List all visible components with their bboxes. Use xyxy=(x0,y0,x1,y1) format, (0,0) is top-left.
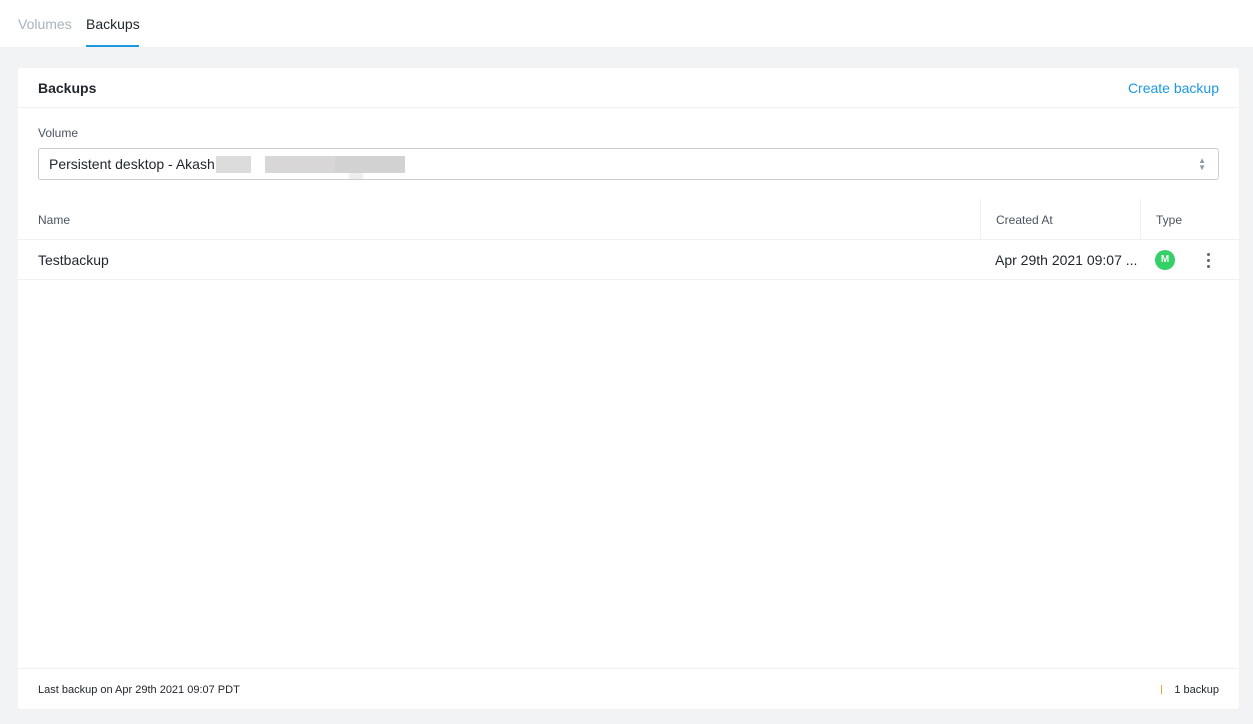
type-badge: M xyxy=(1155,250,1175,270)
panel-header: Backups Create backup xyxy=(18,68,1239,108)
column-divider xyxy=(1140,199,1141,240)
volume-select-value: Persistent desktop - Akash xyxy=(49,156,215,172)
redacted-block xyxy=(335,156,405,173)
column-header-name[interactable]: Name xyxy=(38,213,70,227)
table-header: Name Created At Type xyxy=(18,199,1239,240)
create-backup-link[interactable]: Create backup xyxy=(1128,80,1219,96)
backup-count: 1 backup xyxy=(1174,684,1219,696)
backups-panel: Backups Create backup Volume Persistent … xyxy=(18,68,1239,709)
select-arrows-icon: ▲ ▼ xyxy=(1198,156,1206,172)
volume-select[interactable]: Persistent desktop - Akash ▲ ▼ xyxy=(38,148,1219,180)
tab-volumes[interactable]: Volumes xyxy=(18,15,72,33)
panel-footer: Last backup on Apr 29th 2021 09:07 PDT 1… xyxy=(18,668,1239,709)
tab-backups[interactable]: Backups xyxy=(86,15,140,33)
column-header-type[interactable]: Type xyxy=(1156,213,1182,227)
top-tab-bar: Volumes Backups xyxy=(0,0,1253,47)
volume-label: Volume xyxy=(38,126,79,140)
panel-title: Backups xyxy=(38,80,97,96)
column-divider xyxy=(980,199,981,240)
footer-separator xyxy=(1161,685,1162,694)
table-row[interactable]: Testbackup Apr 29th 2021 09:07 ... M xyxy=(18,240,1239,280)
column-header-created-at[interactable]: Created At xyxy=(996,213,1053,227)
active-tab-indicator xyxy=(86,45,139,47)
more-options-icon[interactable] xyxy=(1203,251,1213,269)
backup-name: Testbackup xyxy=(38,252,109,268)
backup-created-at: Apr 29th 2021 09:07 ... xyxy=(995,252,1138,268)
redacted-block xyxy=(265,156,335,173)
redacted-block xyxy=(349,173,363,179)
last-backup-text: Last backup on Apr 29th 2021 09:07 PDT xyxy=(38,684,240,696)
redacted-block xyxy=(216,156,251,173)
